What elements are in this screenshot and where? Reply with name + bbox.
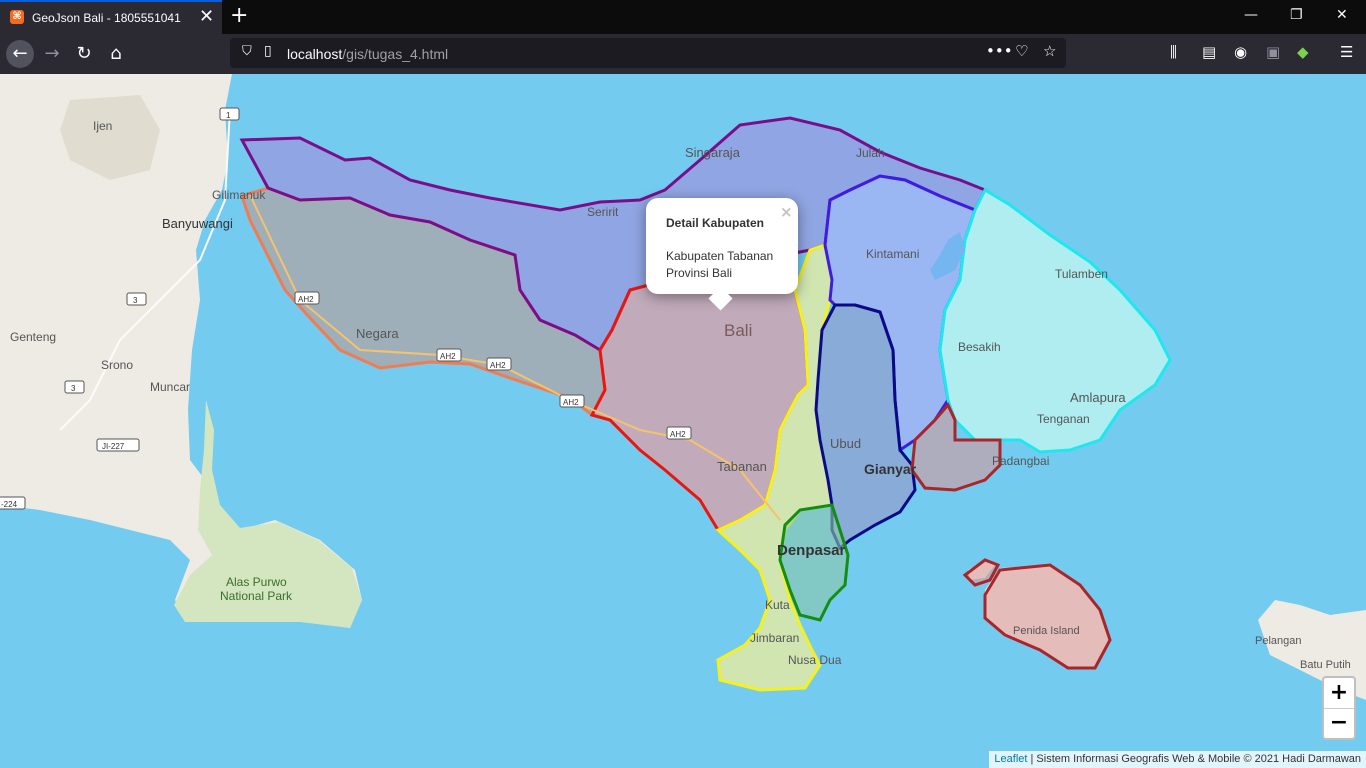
attribution: Leaflet | Sistem Informasi Geografis Web… (989, 751, 1366, 768)
url-path: /gis/tugas_4.html (342, 46, 449, 62)
label-genteng: Genteng (10, 330, 56, 344)
xampp-icon: ⌘ (10, 10, 24, 24)
home-icon[interactable]: ⌂ (102, 40, 130, 68)
minimize-icon[interactable]: — (1244, 7, 1258, 23)
svg-text:AH2: AH2 (440, 352, 456, 361)
road-shield-3a: 3 (126, 292, 147, 306)
map-canvas[interactable]: Ijen Gilimanuk Banyuwangi Genteng Srono … (0, 74, 1366, 768)
svg-text:-224: -224 (1, 500, 18, 509)
svg-text:JI-227: JI-227 (102, 442, 125, 451)
svg-text:3: 3 (133, 296, 138, 305)
label-muncar: Muncar (150, 380, 190, 394)
map-container[interactable]: Ijen Gilimanuk Banyuwangi Genteng Srono … (0, 74, 1366, 768)
zoom-out-button[interactable]: − (1324, 708, 1354, 738)
forward-icon[interactable]: → (38, 40, 66, 68)
svg-text:AH2: AH2 (490, 361, 506, 370)
svg-text:AH2: AH2 (563, 398, 579, 407)
svg-text:1: 1 (226, 111, 231, 120)
url-host: localhost (287, 46, 343, 62)
road-shield-ah2-a: AH2 (294, 291, 320, 305)
nav-bar: ← → ↻ ⌂ ⛉ ▯ localhost/gis/tugas_4.html •… (0, 34, 1366, 74)
label-negara: Negara (356, 326, 399, 341)
reload-icon[interactable]: ↻ (70, 40, 98, 68)
label-banyuwangi: Banyuwangi (162, 216, 233, 231)
road-shield-ji227: JI-227 (96, 438, 140, 452)
road-shield-ah2-d: AH2 (559, 394, 585, 408)
zoom-control: + − (1322, 676, 1356, 740)
label-denpasar: Denpasar (777, 542, 846, 559)
label-pelangan: Pelangan (1255, 635, 1302, 647)
label-kuta: Kuta (765, 598, 790, 612)
label-kintamani: Kintamani (866, 247, 919, 261)
sidebar-icon[interactable]: ▤ (1202, 43, 1216, 61)
popup-title: Detail Kabupaten (666, 216, 765, 230)
attribution-text: | Sistem Informasi Geografis Web & Mobil… (1027, 753, 1361, 765)
svg-text:3: 3 (71, 384, 76, 393)
label-penida-island: Penida Island (1013, 625, 1080, 637)
leaflet-link[interactable]: Leaflet (994, 753, 1027, 765)
url-text[interactable]: localhost/gis/tugas_4.html (287, 46, 448, 62)
extension-globe-icon[interactable]: ◆ (1297, 43, 1309, 61)
label-singaraja: Singaraja (685, 145, 741, 160)
label-national-park: National Park (220, 589, 293, 603)
road-shield-1: 1 (219, 107, 240, 121)
label-alas-purwo: Alas Purwo (226, 575, 287, 589)
label-ijen: Ijen (93, 119, 112, 133)
page-actions-icon[interactable]: ••• (986, 42, 1013, 60)
svg-text:AH2: AH2 (298, 295, 314, 304)
road-shield-ah2-c: AH2 (486, 357, 512, 371)
label-gilimanuk: Gilimanuk (212, 188, 266, 202)
label-amlapura: Amlapura (1070, 390, 1126, 405)
road-shield-ah2-e: AH2 (666, 426, 692, 440)
label-jimbaran: Jimbaran (750, 631, 799, 645)
label-bali: Bali (724, 321, 752, 340)
label-julah: Julah (856, 146, 885, 160)
label-nusa-dua: Nusa Dua (788, 653, 842, 667)
road-shield-224: -224 (0, 496, 26, 510)
popup-kabupaten: Kabupaten Tabanan (666, 249, 774, 263)
label-tabanan: Tabanan (717, 459, 767, 474)
extension-icon[interactable]: ▣ (1266, 43, 1280, 61)
bookmark-star-icon[interactable]: ☆ (1043, 42, 1056, 60)
label-gianyar: Gianyar (864, 461, 917, 477)
page-icon: ▯ (264, 43, 272, 59)
tab-close-icon[interactable]: ✕ (199, 7, 214, 27)
url-bar[interactable]: ⛉ ▯ localhost/gis/tugas_4.html ••• ♡ ☆ (230, 38, 1066, 68)
label-padangbai: Padangbai (992, 454, 1049, 468)
back-icon[interactable]: ← (6, 40, 34, 68)
tab-title: GeoJson Bali - 1805551041 (32, 11, 181, 25)
label-srono: Srono (101, 358, 133, 372)
label-tulamben: Tulamben (1055, 267, 1108, 281)
road-shield-3b: 3 (64, 380, 85, 394)
menu-icon[interactable]: ☰ (1340, 43, 1353, 61)
road-shield-ah2-b: AH2 (436, 348, 462, 362)
zoom-in-button[interactable]: + (1324, 678, 1354, 709)
library-icon[interactable]: ⫼ (1170, 43, 1177, 61)
label-batu-putih: Batu Putih (1300, 659, 1351, 671)
tab-bar: ⌘ GeoJson Bali - 1805551041 ✕ + — ❐ ✕ (0, 0, 1366, 34)
window-close-icon[interactable]: ✕ (1336, 7, 1348, 23)
label-tenganan: Tenganan (1037, 412, 1090, 426)
popup-close-icon[interactable]: × (780, 203, 793, 221)
new-tab-icon[interactable]: + (230, 3, 248, 28)
account-icon[interactable]: ◉ (1234, 43, 1247, 61)
shield-icon[interactable]: ⛉ (242, 44, 252, 59)
label-ubud: Ubud (830, 436, 861, 451)
pocket-icon[interactable]: ♡ (1015, 42, 1028, 60)
label-besakih: Besakih (958, 340, 1001, 354)
browser-tab[interactable]: ⌘ GeoJson Bali - 1805551041 ✕ (0, 0, 222, 34)
svg-text:AH2: AH2 (670, 430, 686, 439)
restore-icon[interactable]: ❐ (1290, 7, 1303, 23)
label-seririt: Seririt (587, 205, 619, 219)
popup-provinsi: Provinsi Bali (666, 266, 733, 280)
